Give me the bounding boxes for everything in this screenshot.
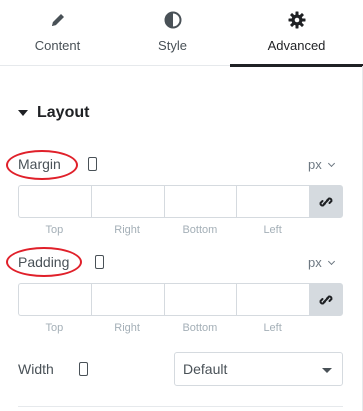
- width-label: Width: [18, 361, 54, 377]
- margin-top-input[interactable]: [18, 185, 91, 218]
- margin-left-input[interactable]: [236, 185, 309, 218]
- link-icon: [319, 294, 333, 305]
- padding-top-input[interactable]: [18, 283, 91, 316]
- tab-style-label: Style: [158, 38, 187, 53]
- side-label-left: Left: [263, 322, 282, 334]
- width-select[interactable]: Default: [174, 352, 343, 386]
- caret-down-icon: [322, 368, 332, 373]
- tab-advanced[interactable]: Advanced: [230, 0, 363, 67]
- side-label-right: Right: [114, 322, 140, 334]
- side-label-top: Top: [45, 224, 64, 236]
- chevron-down-icon: [327, 257, 335, 265]
- padding-unit-select[interactable]: px: [308, 255, 335, 270]
- tab-style[interactable]: Style: [115, 0, 230, 66]
- side-label-left: Left: [263, 224, 282, 236]
- pencil-icon: [48, 10, 68, 30]
- side-label-bottom: Bottom: [182, 224, 218, 236]
- section-title: Layout: [37, 104, 90, 121]
- panel-tabs: Content Style Advanced: [0, 0, 363, 67]
- width-select-value: Default: [183, 361, 228, 377]
- padding-right-input[interactable]: [90, 283, 164, 316]
- margin-side-labels: Top Right Bottom Left: [18, 224, 309, 236]
- side-label-bottom: Bottom: [182, 322, 218, 334]
- padding-bottom-input[interactable]: [163, 283, 237, 316]
- mobile-device-icon[interactable]: [95, 255, 104, 269]
- margin-inputs: [18, 185, 343, 218]
- tab-advanced-label: Advanced: [267, 38, 326, 53]
- layout-section-toggle[interactable]: Layout: [18, 104, 89, 122]
- half-circle-icon: [163, 10, 183, 30]
- tab-content[interactable]: Content: [0, 0, 115, 66]
- padding-side-labels: Top Right Bottom Left: [18, 322, 309, 334]
- tab-content-label: Content: [34, 38, 81, 53]
- margin-link-button[interactable]: [309, 185, 343, 218]
- margin-unit-value: px: [308, 157, 322, 172]
- margin-label: Margin: [18, 156, 61, 172]
- link-icon: [319, 196, 333, 207]
- caret-down-icon: [18, 110, 28, 116]
- section-divider: [18, 406, 343, 407]
- padding-inputs: [18, 283, 343, 316]
- margin-bottom-input[interactable]: [163, 185, 237, 218]
- side-label-right: Right: [114, 224, 140, 236]
- padding-link-button[interactable]: [309, 283, 343, 316]
- gear-icon: [287, 10, 307, 30]
- chevron-down-icon: [327, 159, 335, 167]
- mobile-device-icon[interactable]: [79, 362, 88, 376]
- side-label-top: Top: [45, 322, 64, 334]
- padding-unit-value: px: [308, 255, 322, 270]
- padding-label: Padding: [18, 254, 70, 270]
- margin-right-input[interactable]: [90, 185, 164, 218]
- margin-unit-select[interactable]: px: [308, 157, 335, 172]
- mobile-device-icon[interactable]: [88, 157, 97, 171]
- padding-left-input[interactable]: [236, 283, 309, 316]
